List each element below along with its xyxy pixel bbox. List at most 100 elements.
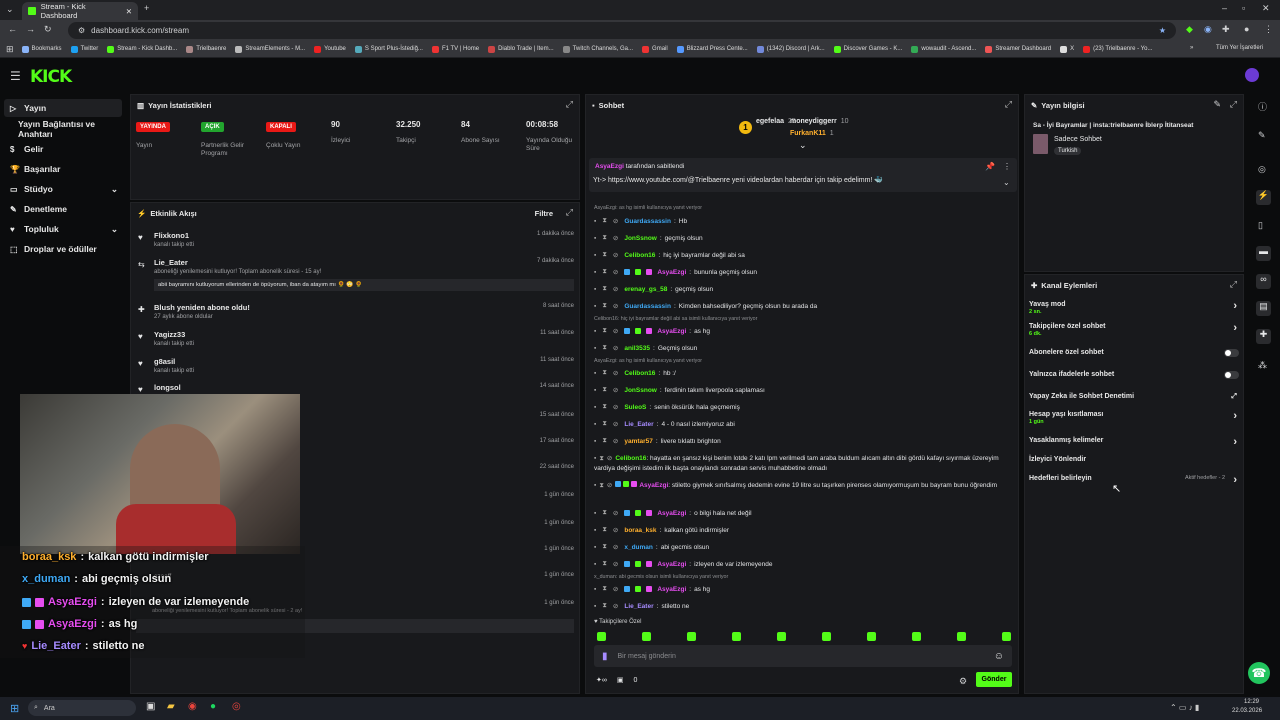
ban-icon[interactable]: ⊘ xyxy=(613,327,618,335)
emote-icon[interactable] xyxy=(957,632,966,641)
filter-button[interactable]: Filtre xyxy=(535,209,553,218)
reload-icon[interactable]: ↻ xyxy=(44,24,52,35)
chevron-down-icon[interactable]: ⌄ xyxy=(799,140,807,151)
ban-icon[interactable]: ⊘ xyxy=(613,302,618,310)
timeout-icon[interactable]: ⧗ xyxy=(602,327,607,335)
top-user[interactable]: moneydiggerr 10 xyxy=(790,118,848,125)
delete-icon[interactable]: ▪ xyxy=(594,404,596,411)
delete-icon[interactable]: ▪ xyxy=(594,218,596,225)
sidebar-item[interactable]: ▷ Yayın xyxy=(4,99,122,117)
close-window-icon[interactable]: ✕ xyxy=(1262,3,1270,14)
folder-icon[interactable]: ▰ xyxy=(167,701,175,712)
delete-icon[interactable]: ▪ xyxy=(594,286,596,293)
chat-username[interactable]: AsyaEzgi xyxy=(657,586,686,593)
bookmark-item[interactable]: Youtube xyxy=(314,45,346,53)
timeout-icon[interactable]: ⧗ xyxy=(602,585,607,593)
settings-gear-icon[interactable]: ⚙ xyxy=(959,676,967,687)
external-link-icon[interactable]: ⤢ xyxy=(1231,393,1237,401)
delete-icon[interactable]: ▪ xyxy=(594,328,596,335)
timeout-icon[interactable]: ⧗ xyxy=(602,403,607,411)
toggle-switch[interactable] xyxy=(1224,371,1239,379)
ban-icon[interactable]: ⊘ xyxy=(613,420,618,428)
tray-icons[interactable]: ⌃ ▭ ♪ ▮ xyxy=(1170,703,1199,712)
chat-username[interactable]: Celibon16 xyxy=(615,455,646,462)
channel-action[interactable]: Yalnızca ifadelerle sohbet xyxy=(1029,371,1241,379)
bookmark-item[interactable]: Bookmarks xyxy=(21,45,62,53)
sidebar-item[interactable]: ⬚ Droplar ve ödüller xyxy=(4,240,122,258)
users-icon[interactable]: ✦∞ xyxy=(596,676,607,684)
spotify-icon[interactable]: ● xyxy=(210,701,216,712)
ban-icon[interactable]: ⊘ xyxy=(613,437,618,445)
ban-icon[interactable]: ⊘ xyxy=(613,403,618,411)
delete-icon[interactable]: ▪ xyxy=(594,421,596,428)
chevron-down-icon[interactable]: ⌄ xyxy=(1003,178,1010,187)
chevron-right-icon[interactable]: › xyxy=(1233,322,1237,334)
ban-icon[interactable]: ⊘ xyxy=(613,585,618,593)
toggle-switch[interactable] xyxy=(1224,349,1239,357)
sidebar-item[interactable]: Yayın Bağlantısı ve Anahtarı xyxy=(4,119,122,139)
send-button[interactable]: Gönder xyxy=(976,672,1012,687)
channel-action[interactable]: Hesap yaşı kısıtlaması 1 gün › xyxy=(1029,410,1241,425)
more-icon[interactable]: ⋮ xyxy=(1003,162,1011,171)
chat-username[interactable]: Guardassassin xyxy=(624,303,671,310)
extensions-puzzle-icon[interactable]: ✚ xyxy=(1222,24,1230,35)
ban-icon[interactable]: ⊘ xyxy=(613,509,618,517)
timeout-icon[interactable]: ⧗ xyxy=(602,560,607,568)
ban-icon[interactable]: ⊘ xyxy=(613,560,618,568)
channel-action[interactable]: Yasaklanmış kelimeler › xyxy=(1029,436,1241,448)
chat-username[interactable]: AsyaEzgi xyxy=(639,482,668,489)
timeout-icon[interactable]: ⧗ xyxy=(602,251,607,259)
hamburger-menu-icon[interactable]: ☰ xyxy=(10,69,21,83)
expand-icon[interactable]: ⤢ xyxy=(566,99,573,110)
nodes-icon[interactable]: ⁂ xyxy=(1258,360,1267,371)
new-tab-icon[interactable]: + xyxy=(144,3,149,13)
ban-icon[interactable]: ⊘ xyxy=(613,344,618,352)
timeout-icon[interactable]: ⧗ xyxy=(602,509,607,517)
ban-icon[interactable]: ⊘ xyxy=(607,455,612,462)
chat-username[interactable]: Celibon16 xyxy=(624,370,655,377)
expand-icon[interactable]: ⤢ xyxy=(566,207,573,218)
ban-icon[interactable]: ⊘ xyxy=(613,285,618,293)
emote-icon[interactable] xyxy=(912,632,921,641)
expand-icon[interactable]: ⤢ xyxy=(1230,99,1237,110)
chat-username[interactable]: boraa_ksk xyxy=(624,527,656,534)
forward-icon[interactable]: → xyxy=(26,24,35,34)
emote-icon[interactable] xyxy=(1002,632,1011,641)
ban-icon[interactable]: ⊘ xyxy=(613,543,618,551)
delete-icon[interactable]: ▪ xyxy=(594,345,596,352)
timeout-icon[interactable]: ⧗ xyxy=(602,602,607,610)
delete-icon[interactable]: ▪ xyxy=(594,370,596,377)
edit-icon[interactable]: ✎ xyxy=(1213,99,1221,110)
delete-icon[interactable]: ▪ xyxy=(594,586,596,593)
chat-username[interactable]: Celibon16 xyxy=(624,252,655,259)
channel-action[interactable]: Yapay Zeka ile Sohbet Denetimi ⤢ xyxy=(1029,393,1241,400)
chat-username[interactable]: yamtar57 xyxy=(624,438,653,445)
apps-icon[interactable]: ⊞ xyxy=(6,44,14,55)
kick-logo[interactable]: KICK xyxy=(30,67,72,87)
browser-tab[interactable]: Stream - Kick Dashboard ✕ xyxy=(22,2,138,20)
delete-icon[interactable]: ▪ xyxy=(594,252,596,259)
timeout-icon[interactable]: ⧗ xyxy=(602,285,607,293)
extension-icon[interactable]: ◉ xyxy=(1204,24,1212,35)
chevron-right-icon[interactable]: › xyxy=(1233,474,1237,486)
chat-input[interactable]: ▮ Bir mesaj gönderin ☺ xyxy=(594,645,1012,667)
bookmark-star-icon[interactable]: ★ xyxy=(1159,26,1166,35)
expand-icon[interactable]: ⤢ xyxy=(1230,279,1237,290)
emote-icon[interactable] xyxy=(642,632,651,641)
wrench-icon[interactable]: ✚ xyxy=(1256,329,1271,344)
app-icon[interactable]: ◎ xyxy=(232,701,241,712)
maximize-icon[interactable]: ▫ xyxy=(1242,3,1245,13)
bookmark-item[interactable]: X xyxy=(1060,45,1074,53)
sidebar-item[interactable]: $ Gelir xyxy=(4,140,122,158)
ban-icon[interactable]: ⊘ xyxy=(613,234,618,242)
bookmark-item[interactable]: F1 TV | Home xyxy=(431,45,479,53)
profile-icon[interactable]: ● xyxy=(1244,24,1249,34)
menu-dots-icon[interactable]: ⋮ xyxy=(1264,24,1273,35)
pin-icon[interactable]: 📌 xyxy=(985,162,995,171)
all-bookmarks[interactable]: Tüm Yer İşaretleri xyxy=(1216,45,1263,51)
timeout-icon[interactable]: ⧗ xyxy=(602,386,607,394)
delete-icon[interactable]: ▪ xyxy=(594,561,596,568)
delete-icon[interactable]: ▪ xyxy=(594,544,596,551)
delete-icon[interactable]: ▪ xyxy=(594,482,596,489)
start-icon[interactable]: ⊞ xyxy=(10,702,19,715)
